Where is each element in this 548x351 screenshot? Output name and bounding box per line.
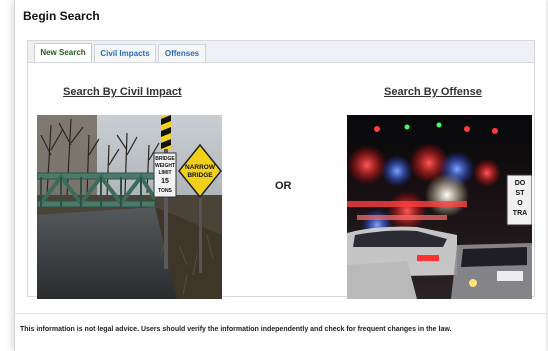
sign-text: WEIGHT: [155, 163, 175, 169]
bridge-road-photo: BRIDGE WEIGHT LIMIT 15 TONS NARROW BRIDG…: [37, 115, 222, 299]
sign-text: NARROW: [185, 164, 216, 171]
sign-text: ST: [516, 190, 526, 197]
offense-image[interactable]: DO ST O TRA: [347, 115, 532, 299]
civil-impact-image[interactable]: BRIDGE WEIGHT LIMIT 15 TONS NARROW BRIDG…: [37, 115, 222, 299]
sign-text: O: [517, 200, 523, 207]
legal-disclaimer: This information is not legal advice. Us…: [20, 326, 452, 333]
search-by-civil-impact-link[interactable]: Search By Civil Impact: [63, 86, 182, 98]
page-title: Begin Search: [23, 9, 100, 23]
sign-text: BRIDGE: [155, 156, 175, 162]
sign-text: LIMIT: [158, 170, 171, 176]
tab-new-search[interactable]: New Search: [34, 43, 92, 64]
sign-text: TRA: [513, 210, 527, 217]
or-separator: OR: [275, 180, 292, 192]
page-frame: Begin Search New Search Civil Impacts Of…: [14, 0, 546, 351]
tab-civil-impacts[interactable]: Civil Impacts: [94, 44, 156, 63]
footer-divider: [14, 313, 546, 314]
sign-text: TONS: [158, 188, 172, 194]
sign-text: BRIDGE: [187, 172, 213, 179]
sign-text: 15: [161, 178, 169, 185]
sign-text: DO: [515, 180, 526, 187]
tab-bar: New Search Civil Impacts Offenses: [27, 40, 535, 64]
search-by-offense-link[interactable]: Search By Offense: [384, 86, 482, 98]
police-lights-photo: DO ST O TRA: [347, 115, 532, 299]
tab-offenses[interactable]: Offenses: [158, 44, 206, 63]
